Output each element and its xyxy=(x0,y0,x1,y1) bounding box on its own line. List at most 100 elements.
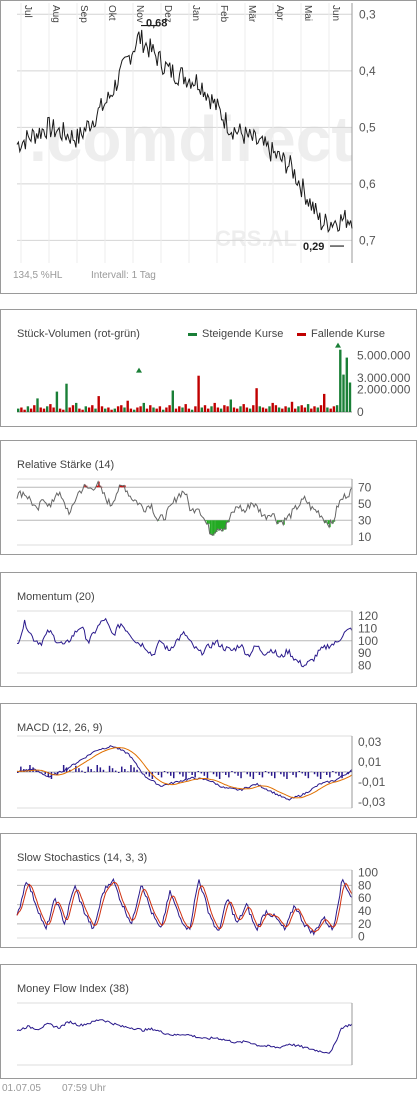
macd-histogram-bar xyxy=(322,772,325,773)
macd-histogram-bar xyxy=(237,772,239,776)
macd-histogram-bar xyxy=(274,772,276,779)
macd-histogram-bar xyxy=(222,772,224,773)
macd-histogram-bar xyxy=(258,772,261,775)
month-label: Jan xyxy=(190,5,201,21)
volume-bar xyxy=(107,407,110,412)
volume-bar xyxy=(78,408,81,412)
volume-bar xyxy=(126,400,129,412)
indicator-y-tick: 80 xyxy=(358,659,372,673)
macd-histogram-bar xyxy=(332,771,334,772)
macd-histogram-bar xyxy=(133,767,135,772)
macd-histogram-bar xyxy=(231,771,233,772)
macd-histogram-bar xyxy=(99,767,102,772)
price-y-tick: 0,4 xyxy=(359,64,376,78)
macd-histogram-bar xyxy=(215,772,218,777)
volume-bar xyxy=(113,408,116,412)
volume-bar xyxy=(303,407,307,412)
macd-histogram-bar xyxy=(270,772,273,776)
rsi-oversold-fill xyxy=(220,520,222,529)
macd-histogram-bar xyxy=(203,772,206,776)
macd-histogram-bar xyxy=(26,771,28,772)
volume-bar xyxy=(136,407,139,412)
indicator-y-tick: 70 xyxy=(358,480,372,494)
volume-bar xyxy=(81,409,84,412)
volume-y-tick: 0 xyxy=(357,405,364,419)
volume-bar xyxy=(162,409,165,412)
macd-histogram-bar xyxy=(249,772,251,777)
indicator-y-tick: 0,01 xyxy=(358,755,382,769)
volume-bar xyxy=(94,408,97,412)
volume-bar xyxy=(210,406,213,412)
volume-bar xyxy=(174,408,178,412)
volume-bar xyxy=(216,407,220,412)
macd-histogram-bar xyxy=(316,772,319,777)
macd-histogram-bar xyxy=(182,772,184,777)
indicator-line xyxy=(16,1019,353,1054)
volume-bar xyxy=(226,406,229,412)
indicator-signal-line xyxy=(16,882,353,933)
indicator-y-tick: 0 xyxy=(358,930,365,944)
high-label: 0,68 xyxy=(146,18,167,30)
month-label: Mär xyxy=(246,5,257,23)
volume-bar xyxy=(190,409,194,412)
volume-bar xyxy=(91,405,94,412)
volume-bar xyxy=(265,408,268,412)
volume-bar xyxy=(17,408,20,412)
macd-histogram-bar xyxy=(118,772,120,773)
macd-histogram-bar xyxy=(280,772,282,775)
volume-bar xyxy=(271,402,274,412)
macd-histogram-bar xyxy=(326,772,328,775)
volume-bar xyxy=(194,406,197,412)
macd-histogram-bar xyxy=(341,772,343,779)
volume-bar xyxy=(33,405,36,412)
indicator-y-tick: -0,01 xyxy=(358,775,386,789)
volume-bar xyxy=(39,407,42,412)
volume-bar xyxy=(46,406,49,412)
volume-bar xyxy=(277,407,281,412)
month-label: Aug xyxy=(50,5,61,23)
volume-bar xyxy=(345,357,348,412)
volume-bar xyxy=(313,406,316,412)
volume-bar xyxy=(268,406,271,412)
macd-histogram-bar xyxy=(289,772,291,773)
macd-histogram-bar xyxy=(111,768,114,772)
macd-histogram-bar xyxy=(166,772,169,774)
rsi-oversold-fill xyxy=(217,520,219,529)
macd-histogram-bar xyxy=(304,772,307,776)
macd-histogram-bar xyxy=(188,772,190,773)
macd-chart-panel: MACD (12, 26, 9) 0,03 0,01 -0,01 -0,03 xyxy=(0,703,417,818)
volume-bar xyxy=(133,409,136,412)
volume-bar xyxy=(158,406,162,412)
momentum-chart-panel: Momentum (20) 120 110 100 90 80 xyxy=(0,572,417,687)
volume-bar xyxy=(281,408,284,412)
volume-bar xyxy=(87,407,91,412)
macd-histogram-bar xyxy=(130,765,132,772)
macd-histogram-bar xyxy=(197,771,199,772)
volume-bar xyxy=(178,406,181,412)
volume-bar xyxy=(120,405,123,412)
volume-bar xyxy=(319,405,323,412)
timestamp-date: 01.07.05 xyxy=(2,1083,41,1094)
macd-histogram-bar xyxy=(283,772,285,777)
volume-chart-panel: Stück-Volumen (rot-grün) Steigende Kurse… xyxy=(0,309,417,427)
volume-bar xyxy=(255,388,258,412)
volume-bar xyxy=(236,408,239,412)
volume-bar xyxy=(165,407,168,412)
volume-chart: 5.000.0003.000.0002.000.0000 xyxy=(17,342,411,419)
macd-histogram-bar xyxy=(225,772,227,775)
volume-bar xyxy=(184,404,187,412)
macd-histogram-bar xyxy=(264,771,267,772)
volume-bar xyxy=(181,407,184,412)
volume-bar xyxy=(261,407,265,412)
macd-histogram-bar xyxy=(44,772,46,775)
volume-bar xyxy=(49,404,52,412)
macd-histogram-bar xyxy=(240,772,242,779)
volume-bar xyxy=(348,382,352,412)
volume-bar xyxy=(329,408,332,412)
macd-histogram-bar xyxy=(319,772,322,779)
volume-bar xyxy=(75,402,78,412)
volume-bar xyxy=(245,407,249,412)
macd-histogram-bar xyxy=(157,772,160,775)
price-chart: .comdirect CRS.AL 0,7 0,6 0,5 0,4 0,3 Jul Aug Sep… xyxy=(16,3,376,263)
indicator-y-tick: 10 xyxy=(358,530,372,544)
